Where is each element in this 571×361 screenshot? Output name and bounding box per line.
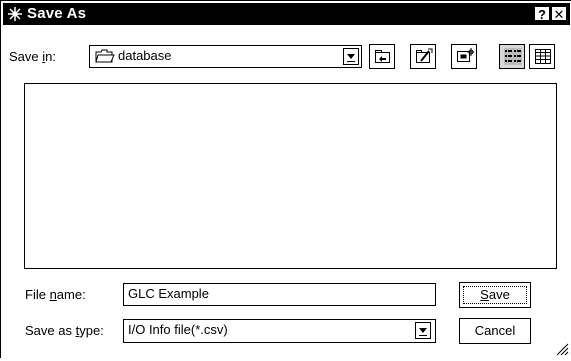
close-icon: ✕	[553, 7, 565, 22]
file-list[interactable]	[24, 83, 557, 269]
save-as-dialog: Save As ? ✕ Save in: database File name:…	[0, 0, 571, 358]
chevron-down-icon	[419, 328, 427, 333]
app-icon	[7, 6, 23, 22]
up-one-level-button[interactable]	[369, 44, 395, 69]
title-bar[interactable]: Save As ? ✕	[3, 3, 570, 25]
chevron-down-icon	[347, 54, 355, 59]
save-as-type-value: I/O Info file(*.csv)	[128, 322, 228, 337]
desktop-button[interactable]	[451, 44, 477, 69]
resize-grip-icon[interactable]	[555, 342, 569, 356]
list-view-button[interactable]	[499, 44, 525, 69]
file-name-input[interactable]: GLC Example	[123, 283, 436, 306]
file-name-value: GLC Example	[128, 286, 209, 301]
save-in-label: Save in:	[9, 49, 56, 64]
close-button[interactable]: ✕	[551, 6, 567, 22]
save-in-dropdown-button[interactable]	[343, 48, 359, 65]
save-in-value: database	[118, 48, 172, 63]
save-as-type-dropdown-button[interactable]	[415, 322, 431, 339]
save-as-type-label: Save as type:	[25, 323, 104, 338]
open-folder-icon	[95, 49, 115, 69]
help-button[interactable]: ?	[534, 6, 550, 22]
window-title: Save As	[27, 5, 87, 22]
file-name-label: File name:	[25, 287, 86, 302]
save-in-dropdown[interactable]: database	[89, 45, 362, 68]
cancel-button[interactable]: Cancel	[459, 318, 531, 344]
save-as-type-dropdown[interactable]: I/O Info file(*.csv)	[123, 319, 436, 343]
details-view-button[interactable]	[529, 44, 555, 69]
save-button[interactable]: Save	[459, 282, 531, 308]
create-new-folder-button[interactable]	[410, 44, 436, 69]
